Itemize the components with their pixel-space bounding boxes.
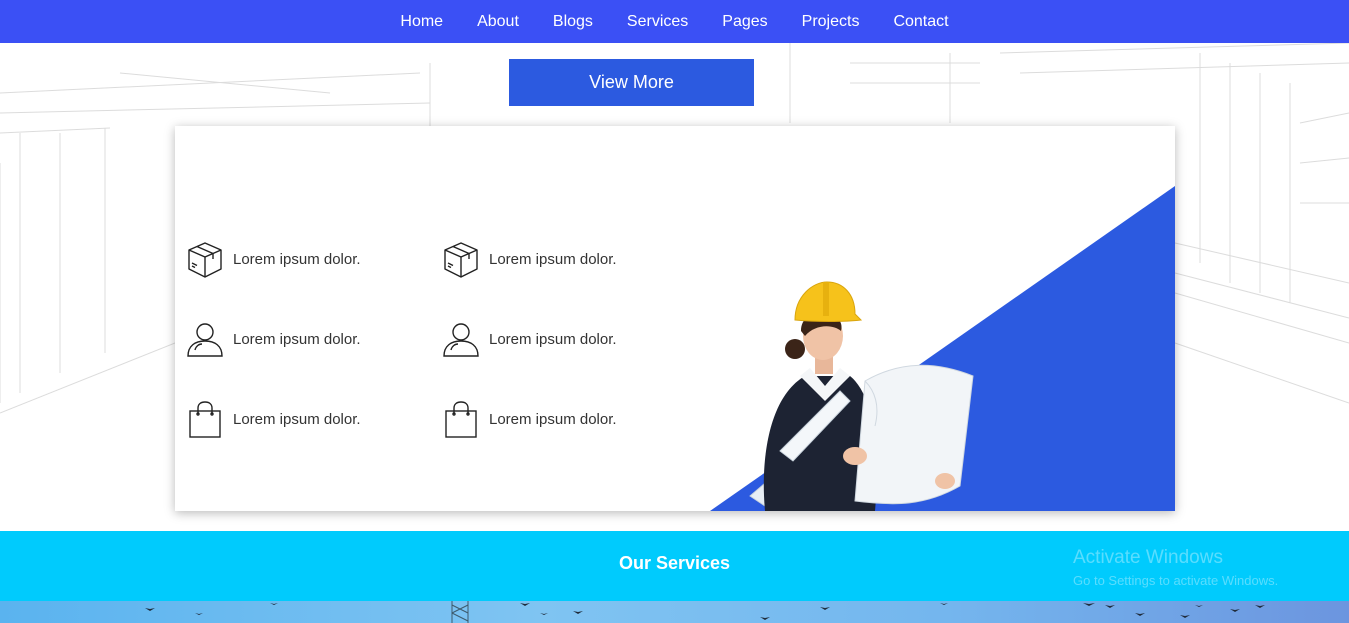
view-more-button[interactable]: View More [509,59,754,106]
page: Home About Blogs Services Pages Projects… [0,0,1349,623]
birds-illustration [145,601,1265,623]
feature-item: Lorem ipsum dolor. [185,399,361,439]
feature-item: Lorem ipsum dolor. [441,239,617,279]
nav-home-link[interactable]: Home [400,13,443,31]
feature-text: Lorem ipsum dolor. [489,250,617,268]
sky-image-strip [0,601,1349,623]
nav-services-link[interactable]: Services [627,13,688,31]
top-navbar: Home About Blogs Services Pages Projects… [0,0,1349,43]
user-icon [443,323,479,357]
nav-blogs-link[interactable]: Blogs [553,13,593,31]
feature-item: Lorem ipsum dolor. [441,399,617,439]
feature-text: Lorem ipsum dolor. [489,330,617,348]
watermark-subtitle: Go to Settings to activate Windows. [1073,573,1279,588]
feature-item: Lorem ipsum dolor. [185,319,361,359]
feature-item: Lorem ipsum dolor. [441,319,617,359]
feature-text: Lorem ipsum dolor. [489,410,617,428]
feature-text: Lorem ipsum dolor. [233,330,361,348]
engineer-illustration [749,281,974,511]
nav-about-link[interactable]: About [477,13,519,31]
feature-text: Lorem ipsum dolor. [233,410,361,428]
box-icon [188,242,222,278]
services-band: Our Services Activate Windows Go to Sett… [0,531,1349,601]
features-card: Lorem ipsum dolor. Lorem ipsum dolor. Lo… [175,126,1175,511]
box-icon [444,242,478,278]
shopping-bag-icon [445,401,477,438]
feature-text: Lorem ipsum dolor. [233,250,361,268]
windows-activation-watermark: Activate Windows Go to Settings to activ… [1073,547,1278,588]
watermark-title: Activate Windows [1073,547,1223,568]
nav-pages-link[interactable]: Pages [722,13,767,31]
nav-contact-link[interactable]: Contact [893,13,948,31]
shopping-bag-icon [189,401,221,438]
user-icon [187,323,223,357]
feature-item: Lorem ipsum dolor. [185,239,361,279]
nav-projects-link[interactable]: Projects [802,13,860,31]
